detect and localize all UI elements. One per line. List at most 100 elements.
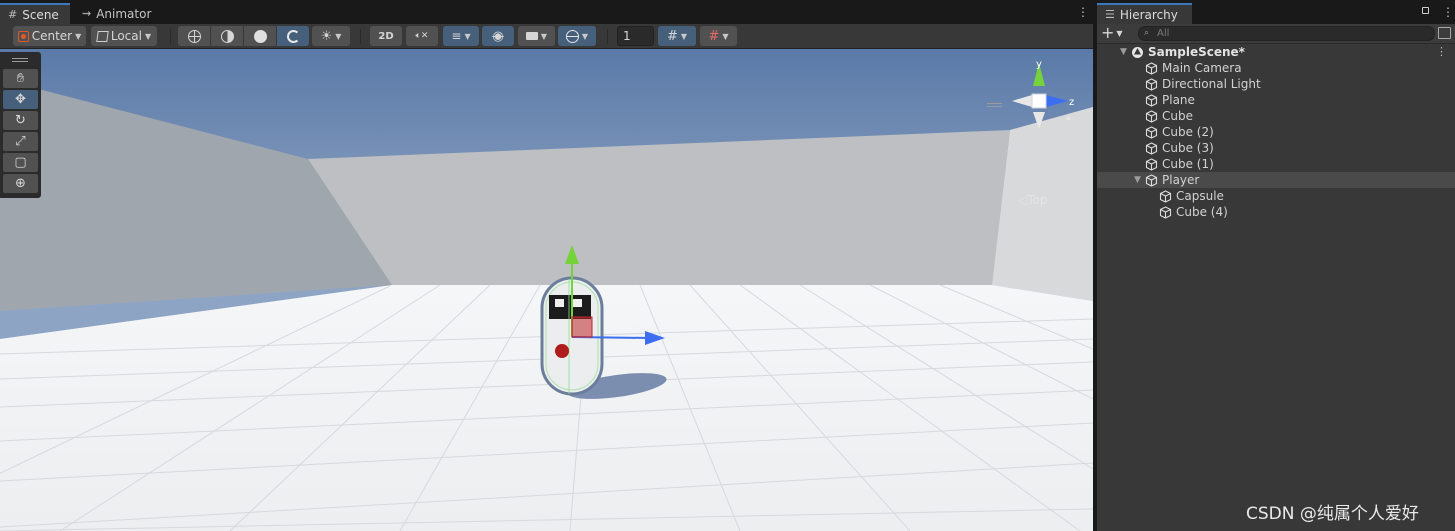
watermark: CSDN @纯属个人爱好 xyxy=(1246,504,1419,524)
hierarchy-row[interactable]: Plane xyxy=(1097,92,1455,108)
speaker-mute-icon: 🔈︎✕ xyxy=(415,31,429,41)
search-placeholder: All xyxy=(1157,28,1170,39)
scene-menu-button[interactable]: ⋮ xyxy=(1077,6,1089,18)
unlit-sphere-icon xyxy=(286,29,300,43)
wireframe-shading-button[interactable] xyxy=(178,26,210,46)
scene-visibility-button[interactable]: ◉ xyxy=(482,26,514,46)
expand-arrow-icon[interactable]: ▼ xyxy=(1120,44,1127,60)
hierarchy-row[interactable]: Cube xyxy=(1097,108,1455,124)
space-label: Local xyxy=(110,29,142,43)
transform-tool-button[interactable]: ⊕ xyxy=(3,174,38,193)
camera-settings-dropdown[interactable]: ▼ xyxy=(518,26,555,46)
hierarchy-row-label: Directional Light xyxy=(1162,77,1261,91)
scene-toolbar: Center ▼ Local ▼ ☀ ▼ 2D 🔈︎✕ ≡ ▼ ◉ ▼ ▼ 1 … xyxy=(0,24,1093,49)
chevron-down-icon: ▼ xyxy=(680,31,688,41)
search-by-type-icon[interactable] xyxy=(1438,27,1451,39)
cube-icon xyxy=(1145,62,1158,75)
hierarchy-row-label: Capsule xyxy=(1176,189,1224,203)
create-dropdown[interactable]: + ▼ xyxy=(1101,25,1123,42)
hierarchy-row-label: Cube (3) xyxy=(1162,141,1214,155)
scale-tool-button[interactable]: ⤢ xyxy=(3,132,38,151)
space-dropdown[interactable]: Local ▼ xyxy=(91,26,157,46)
chevron-down-icon: ▼ xyxy=(540,31,548,41)
view-orientation-text: Top xyxy=(1027,193,1048,207)
toggle-2d-label: 2D xyxy=(378,30,394,42)
tab-hierarchy-label: Hierarchy xyxy=(1119,7,1178,22)
chevron-down-icon: ▼ xyxy=(1116,28,1123,38)
gizmos-dropdown[interactable]: ▼ xyxy=(558,26,596,46)
tab-hierarchy[interactable]: ☰ Hierarchy xyxy=(1097,3,1192,24)
toolbar-divider xyxy=(607,29,608,44)
audio-toggle-button[interactable]: 🔈︎✕ xyxy=(406,26,438,46)
pivot-dropdown[interactable]: Center ▼ xyxy=(13,26,86,46)
scale-icon: ⤢ xyxy=(15,134,26,149)
chevron-down-icon: ▼ xyxy=(75,31,82,41)
hierarchy-row[interactable]: Cube (4) xyxy=(1097,204,1455,220)
gizmo-sphere-icon xyxy=(565,29,579,43)
toolbar-divider xyxy=(360,29,361,44)
cube-icon xyxy=(1145,158,1158,171)
shaded-wireframe-button[interactable] xyxy=(211,26,243,46)
move-tool-button[interactable]: ✥ xyxy=(3,90,38,109)
tab-animator[interactable]: ⇝ Animator xyxy=(74,3,158,24)
hierarchy-row[interactable]: ▼ Player xyxy=(1097,172,1455,188)
hierarchy-row[interactable]: Cube (1) xyxy=(1097,156,1455,172)
scene-viewport[interactable]: y z 🔒︎ ◁Top xyxy=(0,49,1093,531)
expand-arrow-icon[interactable]: ▼ xyxy=(1134,172,1141,188)
gizmo-z-label: z xyxy=(1069,97,1074,108)
hierarchy-row[interactable]: Capsule xyxy=(1097,188,1455,204)
cube-icon xyxy=(1145,94,1158,107)
hierarchy-row-label: Main Camera xyxy=(1162,61,1242,75)
hierarchy-panel: + ▼ ⌕ All ▼ SampleScene* ⋮ Main Camera Direct… xyxy=(1097,24,1455,531)
grid-snap-icon: # xyxy=(708,28,720,44)
animator-icon: ⇝ xyxy=(82,7,92,20)
hierarchy-row[interactable]: Cube (2) xyxy=(1097,124,1455,140)
hierarchy-row-label: Cube (4) xyxy=(1176,205,1228,219)
hierarchy-menu-button[interactable]: ⋮ xyxy=(1442,6,1454,18)
unlit-shading-button[interactable] xyxy=(277,26,309,46)
cube-icon xyxy=(1145,142,1158,155)
view-lock-icon[interactable]: 🔒︎ xyxy=(1066,113,1071,123)
shaded-button[interactable] xyxy=(244,26,276,46)
overlay-menu-icon[interactable] xyxy=(987,103,1002,107)
wireframe-sphere-icon xyxy=(187,29,201,43)
grid-visibility-dropdown[interactable]: # ▼ xyxy=(658,26,696,46)
hierarchy-row[interactable]: Main Camera xyxy=(1097,60,1455,76)
hierarchy-tab-strip: ☰ Hierarchy ⋮ xyxy=(1097,0,1455,24)
hierarchy-row-label: Cube (1) xyxy=(1162,157,1214,171)
scene-row-menu-button[interactable]: ⋮ xyxy=(1436,44,1447,60)
cube-icon xyxy=(1145,78,1158,91)
hierarchy-row[interactable]: Cube (3) xyxy=(1097,140,1455,156)
overlay-grip-icon[interactable] xyxy=(12,58,28,62)
shaded-wire-sphere-icon xyxy=(220,29,234,43)
scene-root-row[interactable]: ▼ SampleScene* ⋮ xyxy=(1097,44,1455,60)
tab-scene[interactable]: # Scene xyxy=(0,3,70,24)
pivot-icon xyxy=(17,30,29,42)
hierarchy-row[interactable]: Directional Light xyxy=(1097,76,1455,92)
tools-overlay: ✋︎ ✥ ↻ ⤢ ▢ ⊕ xyxy=(0,52,41,198)
effects-dropdown[interactable]: ≡ ▼ xyxy=(443,26,479,46)
search-icon: ⌕ xyxy=(1144,28,1150,38)
rect-tool-button[interactable]: ▢ xyxy=(3,153,38,172)
lock-icon[interactable] xyxy=(1422,7,1429,14)
debug-draw-mode-dropdown[interactable]: ☀ ▼ xyxy=(312,26,350,46)
hierarchy-row-label: Player xyxy=(1162,173,1200,187)
hierarchy-search-input[interactable]: ⌕ All xyxy=(1138,26,1435,41)
gizmo-y-label: y xyxy=(1036,59,1042,70)
chevron-down-icon: ▼ xyxy=(335,31,342,41)
grid-size-field[interactable]: 1 xyxy=(617,26,654,46)
hierarchy-row-label: Plane xyxy=(1162,93,1195,107)
cube-icon xyxy=(1145,126,1158,139)
view-orientation-label[interactable]: ◁Top xyxy=(1018,193,1047,207)
snapping-dropdown[interactable]: # ▼ xyxy=(700,26,737,46)
chevron-down-icon: ▼ xyxy=(464,31,471,41)
list-icon: ☰ xyxy=(1105,8,1115,21)
toggle-2d-button[interactable]: 2D xyxy=(370,26,402,46)
rotate-tool-button[interactable]: ↻ xyxy=(3,111,38,130)
hierarchy-row-label: Cube xyxy=(1162,109,1193,123)
eye-slash-icon: ◉ xyxy=(492,28,504,44)
hand-tool-button[interactable]: ✋︎ xyxy=(3,69,38,88)
shaded-sphere-icon xyxy=(253,29,267,43)
hand-icon: ✋︎ xyxy=(16,71,25,86)
tab-animator-label: Animator xyxy=(96,6,152,21)
